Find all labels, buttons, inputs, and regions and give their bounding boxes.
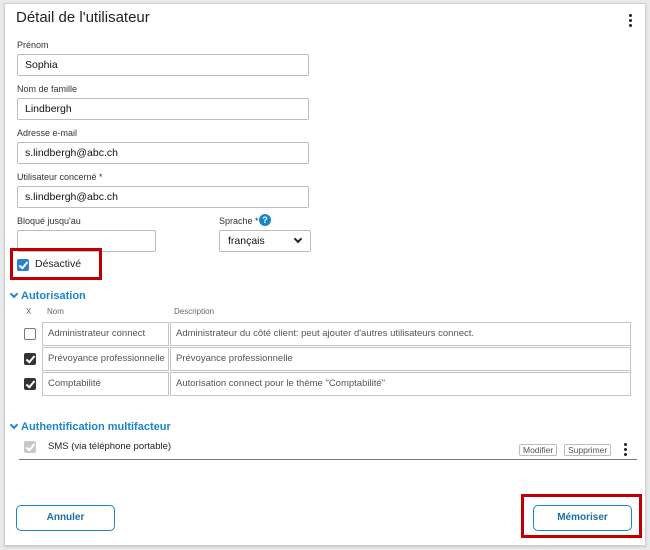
delete-button[interactable]: Supprimer xyxy=(564,444,612,456)
authorization-desc-pension: Prévoyance professionnelle xyxy=(170,347,631,371)
linked-user-label: Utilisateur concerné * xyxy=(17,172,103,182)
last-name-field[interactable]: Lindbergh xyxy=(17,98,309,120)
mfa-sms-checkbox xyxy=(24,441,36,453)
user-detail-panel: Détail de l'utilisateur Prénom Sophia No… xyxy=(4,3,646,546)
blocked-until-label: Bloqué jusqu'au xyxy=(17,216,81,226)
authorization-desc-accounting: Autorisation connect pour le thème "Comp… xyxy=(170,372,631,396)
authorization-checkbox-accounting[interactable] xyxy=(24,378,36,390)
language-label: Sprache * xyxy=(219,216,259,226)
authorization-checkbox-pension[interactable] xyxy=(24,353,36,365)
language-select[interactable]: français xyxy=(219,230,311,252)
column-header-description: Description xyxy=(174,307,215,316)
language-select-value: français xyxy=(228,235,265,247)
first-name-field[interactable]: Sophia xyxy=(17,54,309,76)
deactivated-checkbox[interactable] xyxy=(17,259,29,271)
help-icon[interactable]: ? xyxy=(259,214,271,226)
email-label: Adresse e-mail xyxy=(17,128,78,138)
last-name-label: Nom de famille xyxy=(17,84,78,94)
column-header-name: Nom xyxy=(47,307,64,316)
linked-user-field[interactable]: s.lindbergh@abc.ch xyxy=(17,186,309,208)
email-field[interactable]: s.lindbergh@abc.ch xyxy=(17,142,309,164)
mfa-sms-label: SMS (via téléphone portable) xyxy=(48,441,172,452)
column-header-x: X xyxy=(26,307,32,316)
chevron-down-icon xyxy=(293,234,303,244)
save-button[interactable]: Mémoriser xyxy=(533,505,632,531)
cancel-button[interactable]: Annuler xyxy=(16,505,115,531)
authorization-name-admin: Administrateur connect xyxy=(42,322,169,346)
page-title: Détail de l'utilisateur xyxy=(16,9,150,26)
authorization-name-accounting: Comptabilité xyxy=(42,372,169,396)
authorization-desc-admin: Administrateur du côté client: peut ajou… xyxy=(170,322,631,346)
authorization-section-title[interactable]: Autorisation xyxy=(21,290,86,302)
mfa-more-options-icon[interactable] xyxy=(624,443,628,458)
mfa-divider xyxy=(19,459,637,460)
collapse-mfa-icon[interactable] xyxy=(9,420,19,430)
first-name-label: Prénom xyxy=(17,40,49,50)
deactivated-label: Désactivé xyxy=(35,258,82,270)
modify-button[interactable]: Modifier xyxy=(519,444,558,456)
authorization-checkbox-admin[interactable] xyxy=(24,328,36,340)
mfa-section-title[interactable]: Authentification multifacteur xyxy=(21,421,171,433)
collapse-authorization-icon[interactable] xyxy=(9,289,19,299)
more-options-icon[interactable] xyxy=(629,14,633,29)
authorization-name-pension: Prévoyance professionnelle xyxy=(42,347,169,371)
